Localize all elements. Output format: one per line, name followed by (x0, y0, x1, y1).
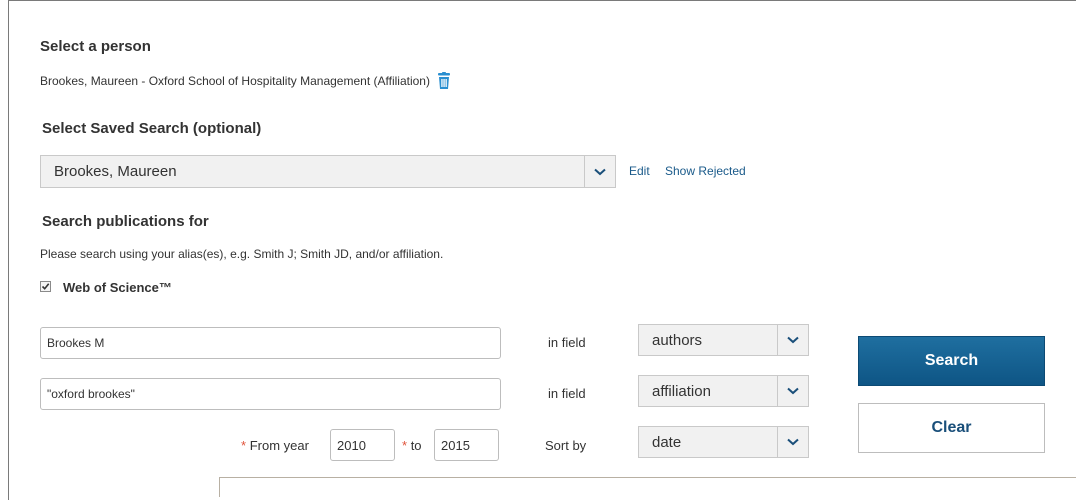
search-button[interactable]: Search (858, 336, 1045, 386)
saved-search-heading: Select Saved Search (optional) (42, 120, 262, 137)
select-person-heading: Select a person (40, 38, 151, 55)
field-select-1-value: authors (652, 331, 703, 349)
edit-link[interactable]: Edit (629, 164, 650, 178)
search-publications-heading: Search publications for (42, 213, 209, 230)
required-mark: * (241, 438, 247, 453)
from-year-text: From year (249, 438, 309, 453)
to-year-input[interactable]: 2015 (434, 429, 499, 461)
show-rejected-link[interactable]: Show Rejected (665, 164, 746, 178)
sort-by-label: Sort by (545, 438, 587, 453)
to-year-label: * to (402, 438, 422, 453)
in-field-label-2: in field (548, 386, 586, 401)
wos-label: Web of Science™ (63, 280, 172, 295)
wos-checkbox[interactable] (40, 281, 51, 292)
to-year-text: to (410, 438, 422, 453)
field-select-1[interactable]: authors (638, 324, 809, 356)
in-field-label-1: in field (548, 335, 586, 350)
selected-person: Brookes, Maureen - Oxford School of Hosp… (40, 72, 452, 90)
field-select-2-value: affiliation (652, 382, 711, 400)
saved-search-value: Brookes, Maureen (54, 163, 177, 180)
trash-icon[interactable] (436, 72, 452, 90)
field-select-2[interactable]: affiliation (638, 375, 809, 407)
required-mark: * (402, 438, 408, 453)
search-term-input-1[interactable]: Brookes M (40, 327, 501, 359)
search-hint: Please search using your alias(es), e.g.… (40, 247, 444, 261)
chevron-down-icon[interactable] (777, 427, 808, 457)
from-year-label: * From year (241, 438, 309, 453)
selected-person-text: Brookes, Maureen - Oxford School of Hosp… (40, 74, 430, 88)
search-term-input-2[interactable]: "oxford brookes" (40, 378, 501, 410)
sort-select-value: date (652, 433, 682, 451)
chevron-down-icon[interactable] (777, 325, 808, 355)
results-panel (219, 477, 1076, 497)
clear-button[interactable]: Clear (858, 403, 1045, 453)
chevron-down-icon[interactable] (584, 156, 615, 187)
from-year-input[interactable]: 2010 (330, 429, 395, 461)
saved-search-select[interactable]: Brookes, Maureen (40, 155, 616, 188)
chevron-down-icon[interactable] (777, 376, 808, 406)
sort-select[interactable]: date (638, 426, 809, 458)
